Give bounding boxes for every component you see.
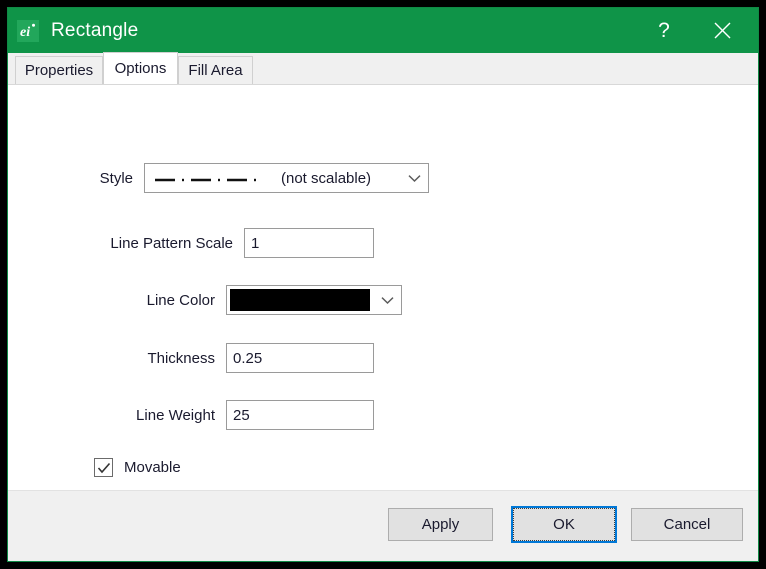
line-color-swatch (230, 289, 370, 311)
line-pattern-scale-value: 1 (251, 234, 260, 252)
checkmark-icon (97, 462, 110, 473)
movable-label: Movable (124, 459, 181, 476)
thickness-row: Thickness 0.25 (8, 343, 374, 373)
help-icon: ? (658, 19, 670, 42)
options-panel: Style (not scalable) Line Pattern Scale … (8, 85, 758, 491)
tab-options[interactable]: Options (103, 52, 178, 84)
line-pattern-scale-input[interactable]: 1 (244, 228, 374, 258)
line-color-row: Line Color (8, 285, 402, 315)
ok-button-label: OK (553, 516, 575, 533)
tab-strip: Properties Options Fill Area (8, 52, 758, 85)
line-pattern-scale-label: Line Pattern Scale (110, 234, 233, 252)
style-combo[interactable]: (not scalable) (144, 163, 429, 193)
close-button[interactable] (696, 8, 748, 53)
line-weight-label: Line Weight (136, 406, 215, 424)
line-weight-value: 25 (233, 406, 250, 424)
tab-fill-area-label: Fill Area (188, 62, 243, 79)
movable-row: Movable (94, 458, 181, 477)
tab-options-label: Options (114, 60, 167, 77)
style-chevron-down-icon[interactable] (400, 164, 428, 192)
tab-properties[interactable]: Properties (15, 56, 103, 84)
line-weight-input[interactable]: 25 (226, 400, 374, 430)
line-weight-row: Line Weight 25 (8, 400, 374, 430)
style-label: Style (99, 169, 133, 187)
line-color-combo[interactable] (226, 285, 402, 315)
title-bar: ei Rectangle ? (8, 8, 758, 53)
line-style-preview-icon (153, 164, 273, 192)
movable-checkbox[interactable] (94, 458, 113, 477)
tab-properties-label: Properties (24, 62, 94, 79)
apply-button[interactable]: Apply (388, 508, 493, 541)
dialog-window: ei Rectangle ? Properties Options Fill A… (7, 7, 759, 562)
thickness-value: 0.25 (233, 349, 263, 367)
app-ei-icon: ei (17, 19, 39, 42)
line-pattern-scale-row: Line Pattern Scale 1 (8, 228, 374, 258)
thickness-input[interactable]: 0.25 (226, 343, 374, 373)
svg-text:ei: ei (20, 25, 30, 40)
tab-fill-area[interactable]: Fill Area (178, 56, 253, 84)
dialog-footer: Apply OK Cancel (8, 491, 758, 561)
ok-button-inner[interactable]: OK (513, 508, 615, 541)
close-icon (714, 22, 730, 39)
window-title: Rectangle (51, 19, 139, 41)
thickness-label: Thickness (147, 349, 215, 367)
line-color-chevron-down-icon[interactable] (373, 286, 401, 314)
cancel-button[interactable]: Cancel (631, 508, 743, 541)
ok-button[interactable]: OK (511, 506, 617, 543)
help-button[interactable]: ? (638, 8, 690, 53)
style-row: Style (not scalable) (8, 163, 438, 193)
apply-button-label: Apply (421, 516, 460, 533)
cancel-button-label: Cancel (663, 516, 711, 533)
style-value: (not scalable) (281, 169, 372, 187)
line-color-label: Line Color (146, 291, 215, 309)
